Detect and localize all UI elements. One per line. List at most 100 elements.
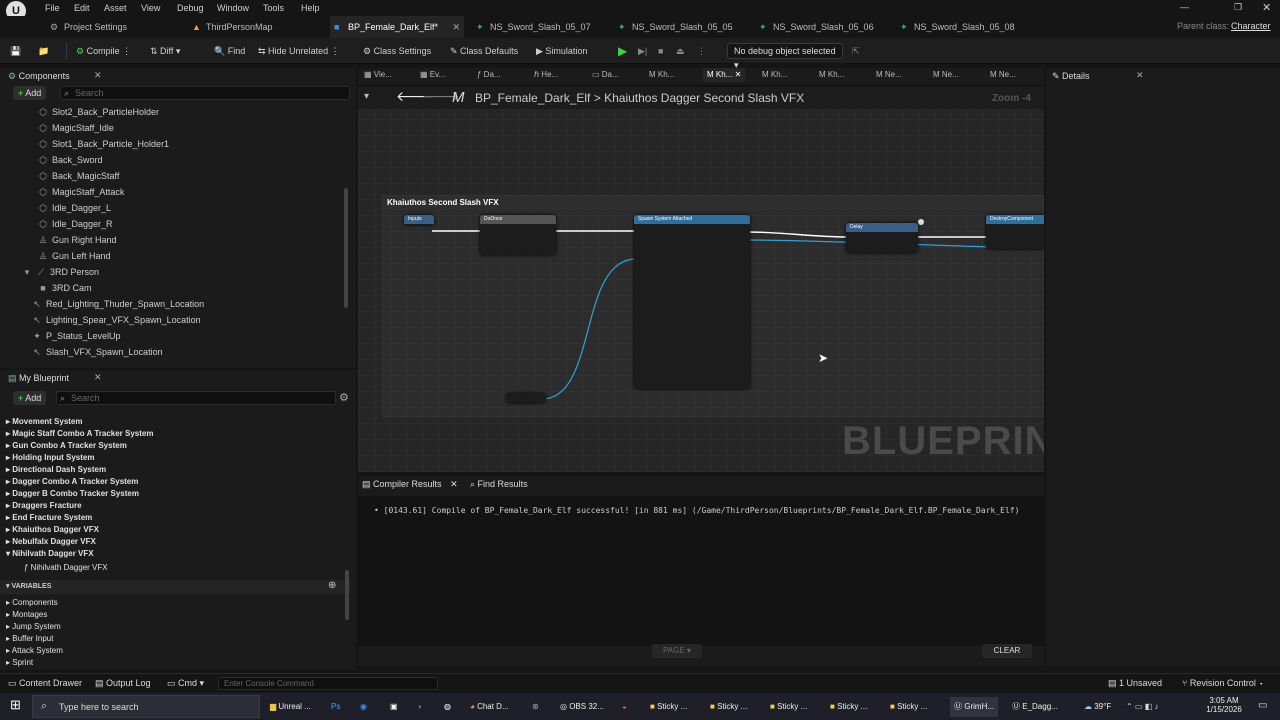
graph-tab[interactable]: M Kh... [762,68,787,82]
component-item[interactable]: ⬡ Slot2_Back_ParticleHolder [38,104,159,120]
compile-message[interactable]: • [0143.61] Compile of BP_Female_Dark_El… [374,506,1019,515]
hide-unrelated-button[interactable]: ⇆ Hide Unrelated ⋮ [258,43,340,59]
component-item[interactable]: ⬡ Back_Sword [38,152,102,168]
variable-category[interactable]: ▸ Attack System [6,645,63,657]
taskbar-app[interactable]: ■ Sticky ... [830,697,867,717]
app-icon[interactable]: ◍ [444,697,451,717]
delay-node[interactable]: Delay [846,223,918,253]
taskbar-app[interactable]: ▆ Unreal ... [270,697,311,717]
component-item[interactable]: ♙ Gun Right Hand [38,232,117,248]
debug-object-dropdown[interactable]: No debug object selected ▾ [727,43,843,70]
close-panel-icon[interactable]: ✕ [1136,70,1144,81]
output-log-button[interactable]: ▤ Output Log [95,678,151,689]
variable-category[interactable]: ▸ Components [6,597,58,609]
mesh-getter-node[interactable] [506,393,546,403]
close-panel-icon[interactable]: ✕ [94,372,102,383]
components-search-input[interactable]: ⌕ Search [60,86,350,100]
components-tab[interactable]: ⚙ Components [8,68,70,84]
revision-control-button[interactable]: ⑂ Revision Control ▾ [1182,678,1264,688]
tab-ns-sword-slash-05-05[interactable]: ✦ NS_Sword_Slash_05_05 [614,16,754,38]
taskbar-app[interactable]: ◕ Chat D... [470,697,509,717]
blueprint-graph-canvas[interactable]: ▾ 🡐 🡒 M BP_Female_Dark_Elf > Khaiuthos D… [358,86,1044,472]
taskbar-app[interactable]: ■ Sticky ... [710,697,747,717]
component-item[interactable]: ⬡ Slot1_Back_Particle_Holder1 [38,136,169,152]
menu-debug[interactable]: Debug [177,3,204,13]
close-tab-icon[interactable]: ✕ [735,70,742,79]
component-item[interactable]: ♙ Gun Left Hand [38,248,111,264]
graph-item[interactable]: ▸ End Fracture System [6,512,92,524]
graph-tab[interactable]: M Ne... [876,68,902,82]
components-scrollbar[interactable] [344,188,348,308]
close-window-icon[interactable]: ✕ [1262,1,1271,14]
maximize-icon[interactable]: ❐ [1234,2,1242,13]
component-item[interactable]: ⬡ MagicStaff_Attack [38,184,124,200]
graph-item[interactable]: ▸ Draggers Fracture [6,500,82,512]
blender-icon[interactable]: ◒ [622,697,627,717]
variable-category[interactable]: ▸ Montages [6,609,47,621]
content-drawer-button[interactable]: ▭ Content Drawer [8,678,82,689]
graph-tab[interactable]: M Kh... [649,68,674,82]
console-command-input[interactable]: Enter Console Command [218,677,438,690]
eject-icon[interactable]: ⏏ [676,43,685,59]
graph-item[interactable]: ▸ Dagger Combo A Tracker System [6,476,138,488]
stop-icon[interactable]: ■ [658,43,663,59]
compile-button[interactable]: ⚙ Compile ⋮ [76,43,131,59]
do-once-node[interactable]: DoOnce [480,215,556,255]
component-item[interactable]: ⬡ MagicStaff_Idle [38,120,114,136]
epic-games-icon[interactable]: ▣ [390,697,398,717]
component-item[interactable]: ⬡ Back_MagicStaff [38,168,119,184]
graph-item[interactable]: ▸ Magic Staff Combo A Tracker System [6,428,153,440]
close-tab-icon[interactable]: ✕ [452,16,460,38]
graph-item[interactable]: ▸ Gun Combo A Tracker System [6,440,127,452]
parent-class-link[interactable]: Character [1231,21,1271,31]
taskbar-app[interactable]: Ⓤ GrimH... [950,697,999,717]
system-tray-icons[interactable]: ⌃ ▭ ◧ ♪ [1126,697,1159,717]
taskbar-search-input[interactable]: ⌕ Type here to search [32,695,260,718]
my-blueprint-scrollbar[interactable] [345,570,349,620]
add-blueprint-item-button[interactable]: + Add [13,391,47,405]
add-component-button[interactable]: + Add [13,86,47,100]
graph-tab[interactable]: ℏ He... [534,68,558,82]
class-settings-button[interactable]: ⚙ Class Settings [363,43,431,59]
graph-tab[interactable]: ▦ Vie... [364,68,392,82]
taskbar-app[interactable]: ■ Sticky ... [650,697,687,717]
browse-icon[interactable]: 📁 [38,43,49,59]
find-button[interactable]: 🔍 Find [214,43,245,59]
component-item[interactable]: ↖ Slash_VFX_Spawn_Location [32,344,162,360]
taskbar-app[interactable]: ■ Sticky ... [770,697,807,717]
component-item[interactable]: ■ 3RD Cam [38,280,91,296]
graph-item[interactable]: ▸ Movement System [6,416,83,428]
graph-item[interactable]: ▾ Nihilvath Dagger VFX [6,548,94,560]
simulation-button[interactable]: ▶ Simulation [536,43,587,59]
graph-item[interactable]: ▸ Dagger B Combo Tracker System [6,488,139,500]
clock[interactable]: 3:05 AM 1/15/2026 [1206,696,1242,714]
notifications-icon[interactable]: ▭ [1258,700,1267,711]
graph-tab[interactable]: ▦ Ev... [420,68,445,82]
component-item[interactable]: ▾ ⟋ 3RD Person [22,264,99,280]
weather-widget[interactable]: ☁ 39°F [1084,697,1111,717]
close-tab-icon[interactable]: ✕ [450,479,458,489]
diff-button[interactable]: ⇅ Diff ▾ [150,43,180,59]
menu-window[interactable]: Window [217,3,249,13]
menu-file[interactable]: File [45,3,60,13]
save-icon[interactable]: 💾 [10,43,21,59]
graph-tab-active[interactable]: M Kh... ✕ [703,68,746,82]
page-dropdown[interactable]: PAGE ▾ [652,644,702,658]
taskbar-app[interactable]: ■ Sticky ... [890,697,927,717]
graph-tab[interactable]: M Kh... [819,68,844,82]
tab-ns-sword-slash-05-08[interactable]: ✦ NS_Sword_Slash_05_08 [896,16,1036,38]
tab-project-settings[interactable]: ⚙ Project Settings [46,16,186,38]
step-icon[interactable]: ▶| [638,43,647,59]
reroute-node[interactable] [918,219,924,225]
edge-icon[interactable]: ◐ [418,697,423,717]
graph-item[interactable]: ▸ Khaiuthos Dagger VFX [6,524,99,536]
my-blueprint-search-input[interactable]: ⌕ Search [56,391,336,405]
settings-gear-icon[interactable]: ⚙ [339,391,349,404]
clear-button[interactable]: CLEAR [982,644,1032,658]
graph-item[interactable]: ▸ Directional Dash System [6,464,106,476]
component-item[interactable]: ✦ P_Status_LevelUp [32,328,120,344]
close-panel-icon[interactable]: ✕ [94,70,102,81]
photoshop-icon[interactable]: Ps [331,697,340,717]
menu-asset[interactable]: Asset [104,3,127,13]
variable-category[interactable]: ▸ Sprint [6,657,33,669]
